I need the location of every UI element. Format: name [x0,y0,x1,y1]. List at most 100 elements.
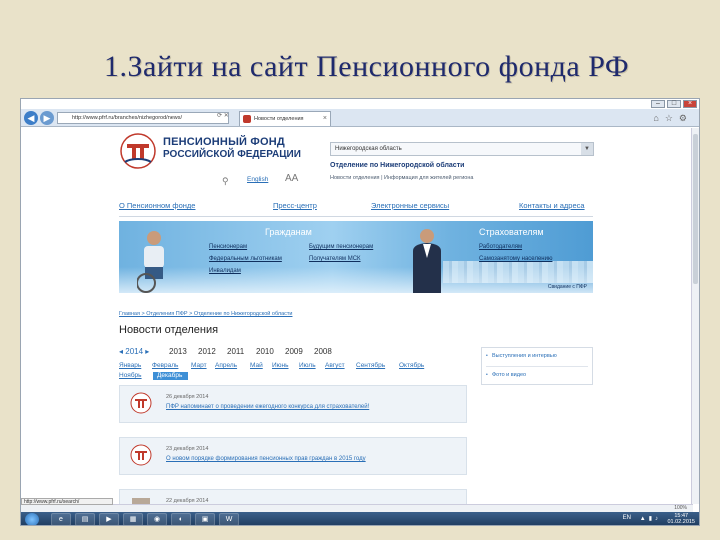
pfr-logo-icon [130,392,152,414]
month-item[interactable]: Апрель [215,362,237,369]
pfr-logo-icon[interactable] [119,132,157,170]
news-title[interactable]: О новом порядке формирования пенсионных … [166,456,366,462]
news-date: 23 декабря 2014 [166,446,209,452]
link-pensioners[interactable]: Пенсионерам [209,244,247,250]
minimize-button[interactable]: – [651,100,665,108]
news-photo-icon [132,498,150,504]
news-sidebar: • Выступления и интервью • Фото и видео [481,347,593,385]
scrollbar-thumb[interactable] [693,134,698,284]
web-page: ПЕНСИОННЫЙ ФОНД РОССИЙСКОЙ ФЕДЕРАЦИИ ⚲ E… [21,128,693,504]
refresh-icon[interactable]: ⟳ ✕ [217,112,229,119]
month-item[interactable]: Май [250,362,263,369]
news-card[interactable]: 23 декабря 2014 О новом порядке формиров… [119,437,467,475]
department-links[interactable]: Новости отделения | Информация для жител… [330,175,473,181]
word-icon[interactable]: W [219,513,239,525]
maximize-button[interactable]: □ [667,100,681,108]
month-item[interactable]: Март [191,362,207,369]
vertical-scrollbar[interactable] [691,128,699,504]
link-beneficiaries[interactable]: Федеральным льготникам [209,256,282,262]
address-bar[interactable]: http://www.pfrf.ru/branches/nizhegorod/n… [57,112,229,124]
region-select[interactable]: Нижегородская область ▼ [330,142,594,156]
year-selector: ◂ 2014 ▸ 2013 2012 2011 2010 2009 2008 [119,347,379,359]
files-icon[interactable]: ▦ [123,513,143,525]
page-title: Новости отделения [119,324,219,336]
pfr-favicon-icon [243,115,251,123]
month-item[interactable]: Ноябрь [119,372,142,379]
sidebar-link-photo-video[interactable]: Фото и видео [492,372,526,378]
month-item[interactable]: Август [325,362,345,369]
sidebar-divider [486,366,588,367]
region-value: Нижегородская область [335,146,402,152]
browser-toolbar: ◀ ▶ http://www.pfrf.ru/branches/nizhegor… [21,109,699,127]
explorer-icon[interactable]: ▤ [75,513,95,525]
nav-e-services[interactable]: Электронные сервисы [371,201,449,210]
media-player-icon[interactable]: ▶ [99,513,119,525]
english-link[interactable]: English [247,176,268,183]
link-future-pensioners[interactable]: Будущим пенсионерам [309,244,373,250]
year-2010[interactable]: 2010 [256,347,274,356]
citizen-photo [137,231,164,293]
pfr-logo-icon [130,444,152,466]
tray-icons[interactable]: ▲▮♪ [640,515,661,522]
nav-about[interactable]: О Пенсионном фонде [119,201,195,210]
news-title[interactable]: ПФР напоминает о проведении ежегодного к… [166,404,369,410]
chevron-down-icon[interactable]: ▼ [581,143,593,155]
logo-title: ПЕНСИОННЫЙ ФОНД [163,136,285,148]
close-window-button[interactable]: × [683,100,697,108]
link-disabled[interactable]: Инвалидам [209,268,241,274]
horizontal-scrollbar[interactable] [21,504,693,512]
start-button[interactable] [25,513,39,525]
clock-date: 01.02.2015 [667,519,695,525]
sidebar-link-interviews[interactable]: Выступления и интервью [492,353,557,359]
font-size-toggle[interactable]: AA [285,173,298,184]
search-icon[interactable]: ⚲ [222,176,229,187]
nav-press[interactable]: Пресс-центр [273,201,317,210]
zoom-level[interactable]: 100% [674,505,687,511]
back-button[interactable]: ◀ [24,111,38,125]
month-item[interactable]: Октябрь [399,362,424,369]
year-2012[interactable]: 2012 [198,347,216,356]
windows-taskbar: e ▤ ▶ ▦ ◉ ◐ ▣ W EN ▲▮♪ 15:47 01.02.2015 [21,512,699,525]
firefox-icon[interactable]: ◐ [171,513,191,525]
browser-tool-icons[interactable]: ⌂☆⚙ [653,113,693,124]
window-controls: – □ × [651,100,697,108]
year-2009[interactable]: 2009 [285,347,303,356]
link-self-employed[interactable]: Самозанятому населению [479,256,552,262]
forward-button[interactable]: ▶ [40,111,54,125]
link-employers[interactable]: Работодателям [479,244,522,250]
month-item[interactable]: Январь [119,362,141,369]
news-date: 26 декабря 2014 [166,394,209,400]
close-tab-icon[interactable]: × [323,112,327,126]
bullet-icon: • [486,372,488,378]
year-2013[interactable]: 2013 [169,347,187,356]
banner-fade [119,267,593,293]
news-card[interactable]: 26 декабря 2014 ПФР напоминает о проведе… [119,385,467,423]
month-item[interactable]: Июнь [272,362,289,369]
nav-divider [119,216,593,217]
month-item[interactable]: Сентябрь [356,362,385,369]
month-item[interactable]: Февраль [152,362,178,369]
year-2008[interactable]: 2008 [314,347,332,356]
audience-banner: Гражданам Страхователям Пенсионерам Феде… [119,221,593,293]
main-nav: О Пенсионном фонде Пресс-центр Электронн… [119,201,593,213]
nav-contacts[interactable]: Контакты и адреса [519,201,585,210]
language-indicator[interactable]: EN [623,515,631,521]
news-card[interactable]: 22 декабря 2014 [119,489,467,504]
bullet-icon: • [486,353,488,359]
year-current[interactable]: ◂ 2014 ▸ [119,347,149,356]
breadcrumb[interactable]: Главная > Отделения ПФР > Отделение по Н… [119,311,292,317]
citizens-heading[interactable]: Гражданам [265,227,312,237]
tab-title: Новости отделения [254,116,304,122]
link-msk[interactable]: Получателям МСК [309,256,361,262]
ie-icon[interactable]: e [51,513,71,525]
year-2011[interactable]: 2011 [227,347,244,356]
insurers-heading[interactable]: Страхователям [479,227,544,237]
chrome-icon[interactable]: ◉ [147,513,167,525]
month-selected[interactable]: Декабрь [153,372,189,380]
status-url: http://www.pfrf.ru/search/ [21,498,113,505]
month-item[interactable]: Июль [299,362,316,369]
browser-tab[interactable]: Новости отделения × [239,111,331,126]
banner-footer-link[interactable]: Свидание с ПФР [548,284,587,290]
clock[interactable]: 15:47 01.02.2015 [667,513,695,525]
app-icon[interactable]: ▣ [195,513,215,525]
